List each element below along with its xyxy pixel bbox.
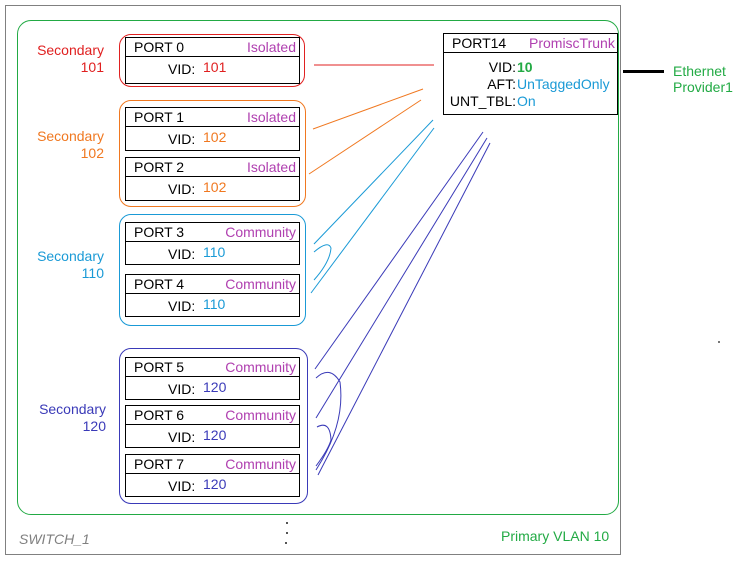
secondary-110-label: Secondary 110 [4,248,104,282]
vid-value: 120 [203,476,227,492]
secondary-vlan-id: 110 [81,265,104,281]
port-mode: Community [225,276,296,292]
uplink-label-line1: Ethernet [673,63,726,79]
vid-value: 110 [203,244,226,260]
resize-handle-dot [285,542,287,544]
port-name: PORT 7 [134,456,185,472]
vid-label: VID: [168,246,196,262]
port-6[interactable]: PORT 6 Community VID: 120 [125,405,300,448]
resize-handle-dot [286,522,288,524]
port-name: PORT 0 [134,39,185,55]
switch-name: SWITCH_1 [19,531,90,547]
vid-label: VID: [168,478,196,494]
port-name: PORT 5 [134,359,185,375]
field-label: AFT: [487,76,516,92]
port-mode: Isolated [246,39,296,55]
port-5[interactable]: PORT 5 Community VID: 120 [125,357,300,400]
vid-value: 102 [203,129,227,145]
link-port3-port14 [313,119,434,245]
connection-lines [308,64,491,476]
secondary-102-label: Secondary 102 [4,128,104,162]
secondary-vlan-id: 101 [80,59,104,75]
secondary-120-label: Secondary 120 [6,401,106,435]
vid-value: 101 [203,59,227,75]
vid-value: 120 [203,427,227,443]
vid-value: 102 [203,179,227,195]
field-label: UNT_TBL: [449,93,516,109]
port-name: PORT 4 [134,276,185,292]
port-mode: Community [225,224,296,240]
resize-handle-dot [286,532,288,534]
stray-mark [718,341,720,343]
trunk-field-aft: AFT: UnTaggedOnly [444,76,617,92]
link-port6-curve [315,424,332,467]
secondary-vlan-id: 120 [82,418,106,434]
port-1[interactable]: PORT 1 Isolated VID: 102 [125,107,300,151]
port-7[interactable]: PORT 7 Community VID: 120 [125,454,300,497]
secondary-label-text: Secondary [37,248,104,264]
secondary-vlan-id: 102 [80,145,104,161]
port-2[interactable]: PORT 2 Isolated VID: 102 [125,157,300,201]
link-port2-port14 [308,99,422,175]
trunk-field-unt-tbl: UNT_TBL: On [444,93,617,109]
uplink-label-line2: Provider1 [673,79,733,95]
primary-vlan-label: Primary VLAN 10 [501,528,610,544]
link-port5-port14 [314,131,484,370]
field-label: VID: [488,59,516,75]
vid-label: VID: [168,131,196,147]
port-name: PORT 3 [134,224,185,240]
port-name: PORT 1 [134,109,185,125]
vid-value: 120 [203,379,227,395]
vid-label: VID: [168,61,196,77]
link-port6-port14 [315,137,488,419]
port-name: PORT 6 [134,407,185,423]
vid-label: VID: [168,429,196,445]
port-4[interactable]: PORT 4 Community VID: 110 [125,274,300,317]
secondary-label-text: Secondary [39,401,106,417]
port-3[interactable]: PORT 3 Community VID: 110 [125,222,300,265]
field-value: UnTaggedOnly [517,76,610,92]
link-port3-curve [313,244,332,281]
port-mode: PromiscTrunk [529,35,615,51]
field-value: On [517,93,536,109]
vid-label: VID: [168,381,196,397]
link-port7-port14 [317,142,491,476]
port-name: PORT 2 [134,159,185,175]
uplink-label[interactable]: Ethernet Provider1 [673,63,733,95]
port-0[interactable]: PORT 0 Isolated VID: 101 [125,37,300,84]
trunk-field-vid: VID: 10 [444,59,617,75]
port-mode: Isolated [246,109,296,125]
vid-label: VID: [168,181,196,197]
port-14-trunk[interactable]: PORT14 PromiscTrunk VID: 10 AFT: UnTagged… [443,33,618,115]
secondary-label-text: Secondary [37,42,104,58]
port-mode: Community [225,407,296,423]
vid-value: 110 [203,296,226,312]
vid-label: VID: [168,298,196,314]
field-value: 10 [517,59,533,75]
link-port4-port14 [310,127,435,294]
uplink-line [623,70,664,73]
secondary-101-label: Secondary 101 [4,42,104,76]
port-mode: Community [225,456,296,472]
port-mode: Isolated [246,159,296,175]
secondary-label-text: Secondary [37,128,104,144]
port-mode: Community [225,359,296,375]
port-name: PORT14 [452,35,507,51]
